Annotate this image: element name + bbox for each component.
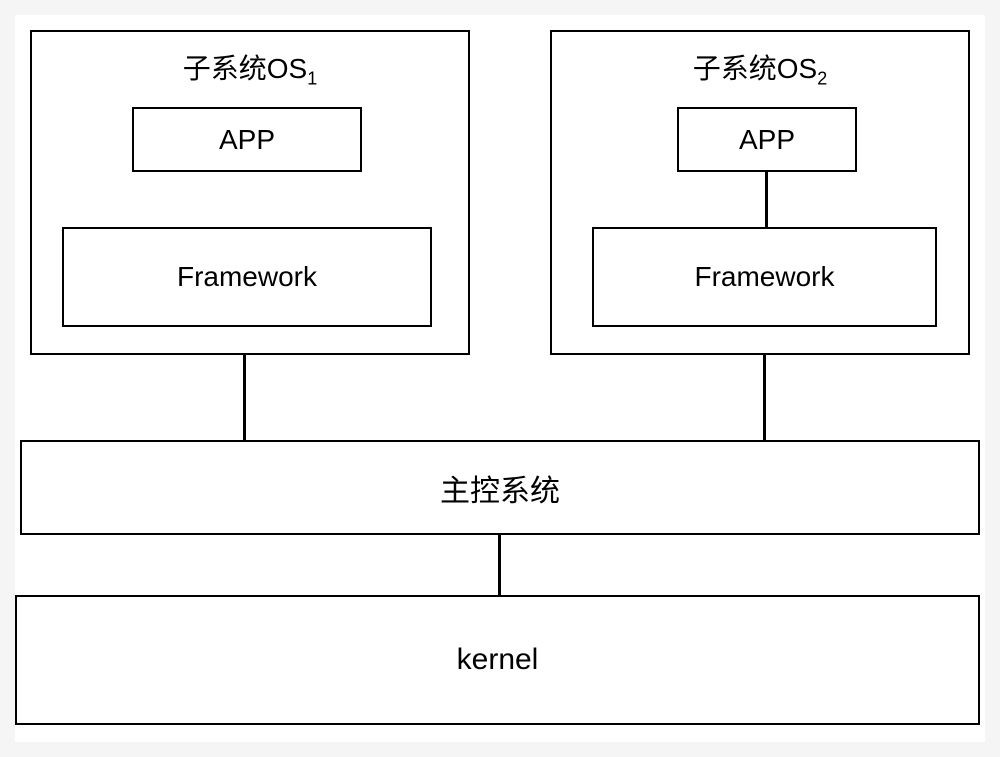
subsystem-os1-title-number: 1 [307,69,317,89]
subsystem-os1-app-box: APP [132,107,362,172]
subsystem-os2-app-label: APP [739,124,795,156]
subsystem-os1: 子系统OS1 APP Framework [30,30,470,355]
subsystem-os2-title-number: 2 [817,69,827,89]
subsystem-os1-app-label: APP [219,124,275,156]
subsystem-os1-framework-box: Framework [62,227,432,327]
connector-framework1-main [243,355,246,440]
kernel-box: kernel [15,595,980,725]
main-control-box: 主控系统 [20,440,980,535]
subsystem-os2: 子系统OS2 APP Framework [550,30,970,355]
subsystem-os2-framework-box: Framework [592,227,937,327]
subsystem-os2-app-box: APP [677,107,857,172]
subsystem-os2-framework-label: Framework [694,261,834,293]
subsystem-os2-title: 子系统OS2 [552,32,968,100]
diagram-container: 子系统OS1 APP Framework 子系统OS2 APP Framewor… [15,15,985,742]
subsystem-os2-title-prefix: 子系统OS [693,53,817,84]
connector-framework2-main [763,355,766,440]
subsystem-os1-framework-label: Framework [177,261,317,293]
main-control-label: 主控系统 [440,466,560,510]
subsystem-os1-title-prefix: 子系统OS [183,53,307,84]
connector-app2-framework2 [765,172,768,227]
subsystem-os1-title: 子系统OS1 [32,32,468,100]
kernel-label: kernel [457,643,539,677]
connector-main-kernel [498,535,501,595]
